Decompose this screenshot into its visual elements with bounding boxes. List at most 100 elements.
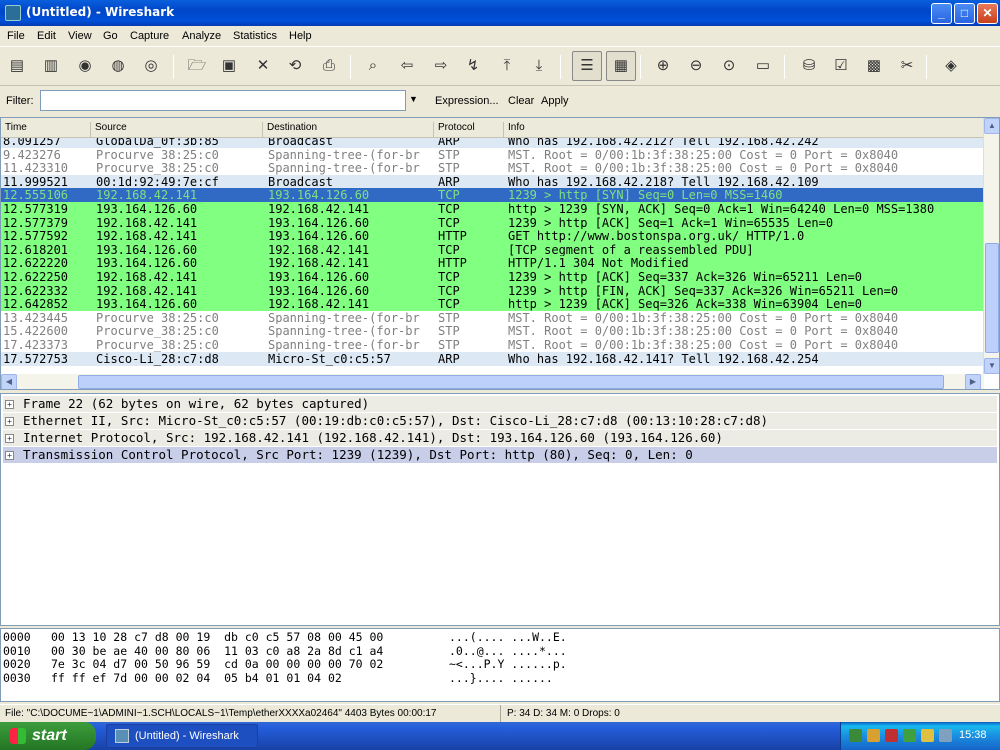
display-filters-icon[interactable]: ☑ [830,55,852,77]
detail-tree-item[interactable]: + Ethernet II, Src: Micro-St_c0:c5:57 (00… [3,413,997,429]
expand-icon[interactable]: + [5,400,14,409]
packet-row[interactable]: 12.577592 192.168.42.141 193.164.126.60 HTT… [1,229,984,244]
minimize-button[interactable]: _ [931,3,952,24]
open-file-icon[interactable]: 🗁 [186,55,208,77]
hscroll-thumb[interactable] [78,375,944,389]
expand-icon[interactable]: + [5,451,14,460]
restart-capture-icon[interactable]: ◎ [140,55,162,77]
column-time[interactable]: Time [1,122,91,138]
close-button[interactable]: ✕ [977,3,998,24]
packet-row[interactable]: 17.423373 Procurve_38:25:c0 Spanning-tree-… [1,338,984,352]
go-to-packet-icon[interactable]: ↯ [462,55,484,77]
network-tray-icon[interactable] [849,729,862,742]
warning-tray-icon[interactable] [921,729,934,742]
packet-row[interactable]: 9.423276 Procurve_38:25:c0 Spanning-tree-(… [1,147,984,162]
save-file-icon[interactable]: ▣ [218,55,240,77]
packet-list-hscrollbar[interactable]: ◀ ▶ [1,374,984,389]
close-file-icon[interactable]: ✕ [252,55,274,77]
menu-file[interactable]: File [7,30,25,42]
packet-cell-info: GET http://www.bostonspa.org.uk/ HTTP/1.… [508,229,805,244]
menu-view[interactable]: View [68,30,92,42]
packet-row[interactable]: 12.577379 192.168.42.141 193.164.126.60 TCP… [1,215,984,230]
detail-tree-item[interactable]: + Frame 22 (62 bytes on wire, 62 bytes ca… [3,396,997,412]
help-icon[interactable]: ◈ [940,55,962,77]
find-packet-icon[interactable]: ⌕ [362,55,384,77]
coloring-rules-icon[interactable]: ▩ [863,55,885,77]
column-source[interactable]: Source [91,122,263,138]
filter-dropdown-icon[interactable]: ▼ [409,94,418,104]
menu-capture[interactable]: Capture [130,30,169,42]
update-tray-icon[interactable] [903,729,916,742]
packet-cell-time: 11.999521 [3,174,69,189]
auto-scroll-icon[interactable]: ▦ [606,51,636,81]
taskbar: start (Untitled) - Wireshark 15:38 [0,722,1000,750]
normal-size-icon[interactable]: ⊙ [718,55,740,77]
scroll-up-icon[interactable]: ▲ [984,118,999,134]
interfaces-icon[interactable]: ▤ [6,55,28,77]
colorize-icon[interactable]: ☰ [572,51,602,81]
vscroll-thumb[interactable] [985,243,999,353]
resize-columns-icon[interactable]: ▭ [752,55,774,77]
reload-icon[interactable]: ⟲ [284,55,306,77]
packet-cell-destination: Spanning-tree-(for-br [268,324,420,339]
menu-analyze[interactable]: Analyze [182,30,221,42]
packet-row[interactable]: 12.622220 193.164.126.60 192.168.42.141 HTT… [1,256,984,271]
packet-cell-protocol: TCP [438,188,460,203]
toolbar-separator [926,55,927,79]
packet-row[interactable]: 8.091257 GlobalDa_0f:3b:85 Broadcast ARP Who… [1,138,984,148]
packet-row[interactable]: 11.999521 00:1d:92:49:7e:cf Broadcast ARP Wh… [1,174,984,189]
expand-icon[interactable]: + [5,417,14,426]
first-packet-icon[interactable]: ⤒ [496,55,518,77]
print-icon[interactable]: ⎙ [318,55,340,77]
stop-capture-icon[interactable]: ◍ [107,55,129,77]
packet-row[interactable]: 12.642852 193.164.126.60 192.168.42.141 TCP… [1,297,984,312]
packet-cell-source: Cisco-Li_28:c7:d8 [96,351,219,366]
packet-row[interactable]: 13.423445 Procurve_38:25:c0 Spanning-tree-… [1,310,984,325]
detail-tree-item[interactable]: + Transmission Control Protocol, Src Port… [3,447,997,463]
packet-row[interactable]: 12.555106 192.168.42.141 193.164.126.60 TCP… [1,188,984,203]
menu-help[interactable]: Help [289,30,312,42]
start-button[interactable]: start [0,722,96,750]
taskbar-wireshark-button[interactable]: (Untitled) - Wireshark [106,724,258,748]
go-forward-icon[interactable]: ⇨ [430,55,452,77]
zoom-out-icon[interactable]: ⊖ [685,55,707,77]
menu-edit[interactable]: Edit [37,30,56,42]
packet-list-vscrollbar[interactable]: ▲ ▼ [983,118,999,374]
zoom-in-icon[interactable]: ⊕ [652,55,674,77]
start-capture-icon[interactable]: ◉ [74,55,96,77]
packet-cell-time: 12.622220 [3,256,69,271]
filter-input[interactable] [40,90,406,111]
column-info[interactable]: Info [504,122,984,138]
capture-filters-icon[interactable]: ⛁ [798,55,820,77]
scroll-left-icon[interactable]: ◀ [1,374,17,389]
expand-icon[interactable]: + [5,434,14,443]
preferences-icon[interactable]: ✂ [896,55,918,77]
capture-options-icon[interactable]: ▥ [40,55,62,77]
packet-row[interactable]: 17.572753 Cisco-Li_28:c7:d8 Micro-St_c0:c5… [1,351,984,366]
detail-tree-item[interactable]: + Internet Protocol, Src: 192.168.42.141 … [3,430,997,446]
packet-row[interactable]: 15.422600 Procurve_38:25:c0 Spanning-tree-… [1,324,984,339]
column-destination[interactable]: Destination [263,122,434,138]
last-packet-icon[interactable]: ⤓ [528,55,550,77]
packet-row[interactable]: 12.577319 193.164.126.60 192.168.42.141 TCP… [1,202,984,216]
antivirus-tray-icon[interactable] [885,729,898,742]
packet-row[interactable]: 11.423310 Procurve_38:25:c0 Spanning-tree-… [1,161,984,176]
packet-cell-protocol: TCP [438,202,460,216]
scroll-down-icon[interactable]: ▼ [984,358,999,374]
menu-go[interactable]: Go [103,30,118,42]
packet-row[interactable]: 12.622332 192.168.42.141 193.164.126.60 TCP… [1,283,984,298]
start-label: start [32,727,67,744]
scroll-right-icon[interactable]: ▶ [965,374,981,389]
apply-button[interactable]: Apply [541,95,569,107]
expression-button[interactable]: Expression... [435,95,499,107]
maximize-button[interactable]: □ [954,3,975,24]
security-tray-icon[interactable] [867,729,880,742]
volume-tray-icon[interactable] [939,729,952,742]
clear-button[interactable]: Clear [508,95,534,107]
packet-row[interactable]: 12.622250 192.168.42.141 193.164.126.60 TCP… [1,270,984,284]
menu-statistics[interactable]: Statistics [233,30,277,42]
column-protocol[interactable]: Protocol [434,122,504,138]
packet-row[interactable]: 12.618201 193.164.126.60 192.168.42.141 TCP… [1,242,984,257]
go-back-icon[interactable]: ⇦ [396,55,418,77]
wireshark-app-icon [5,5,21,21]
